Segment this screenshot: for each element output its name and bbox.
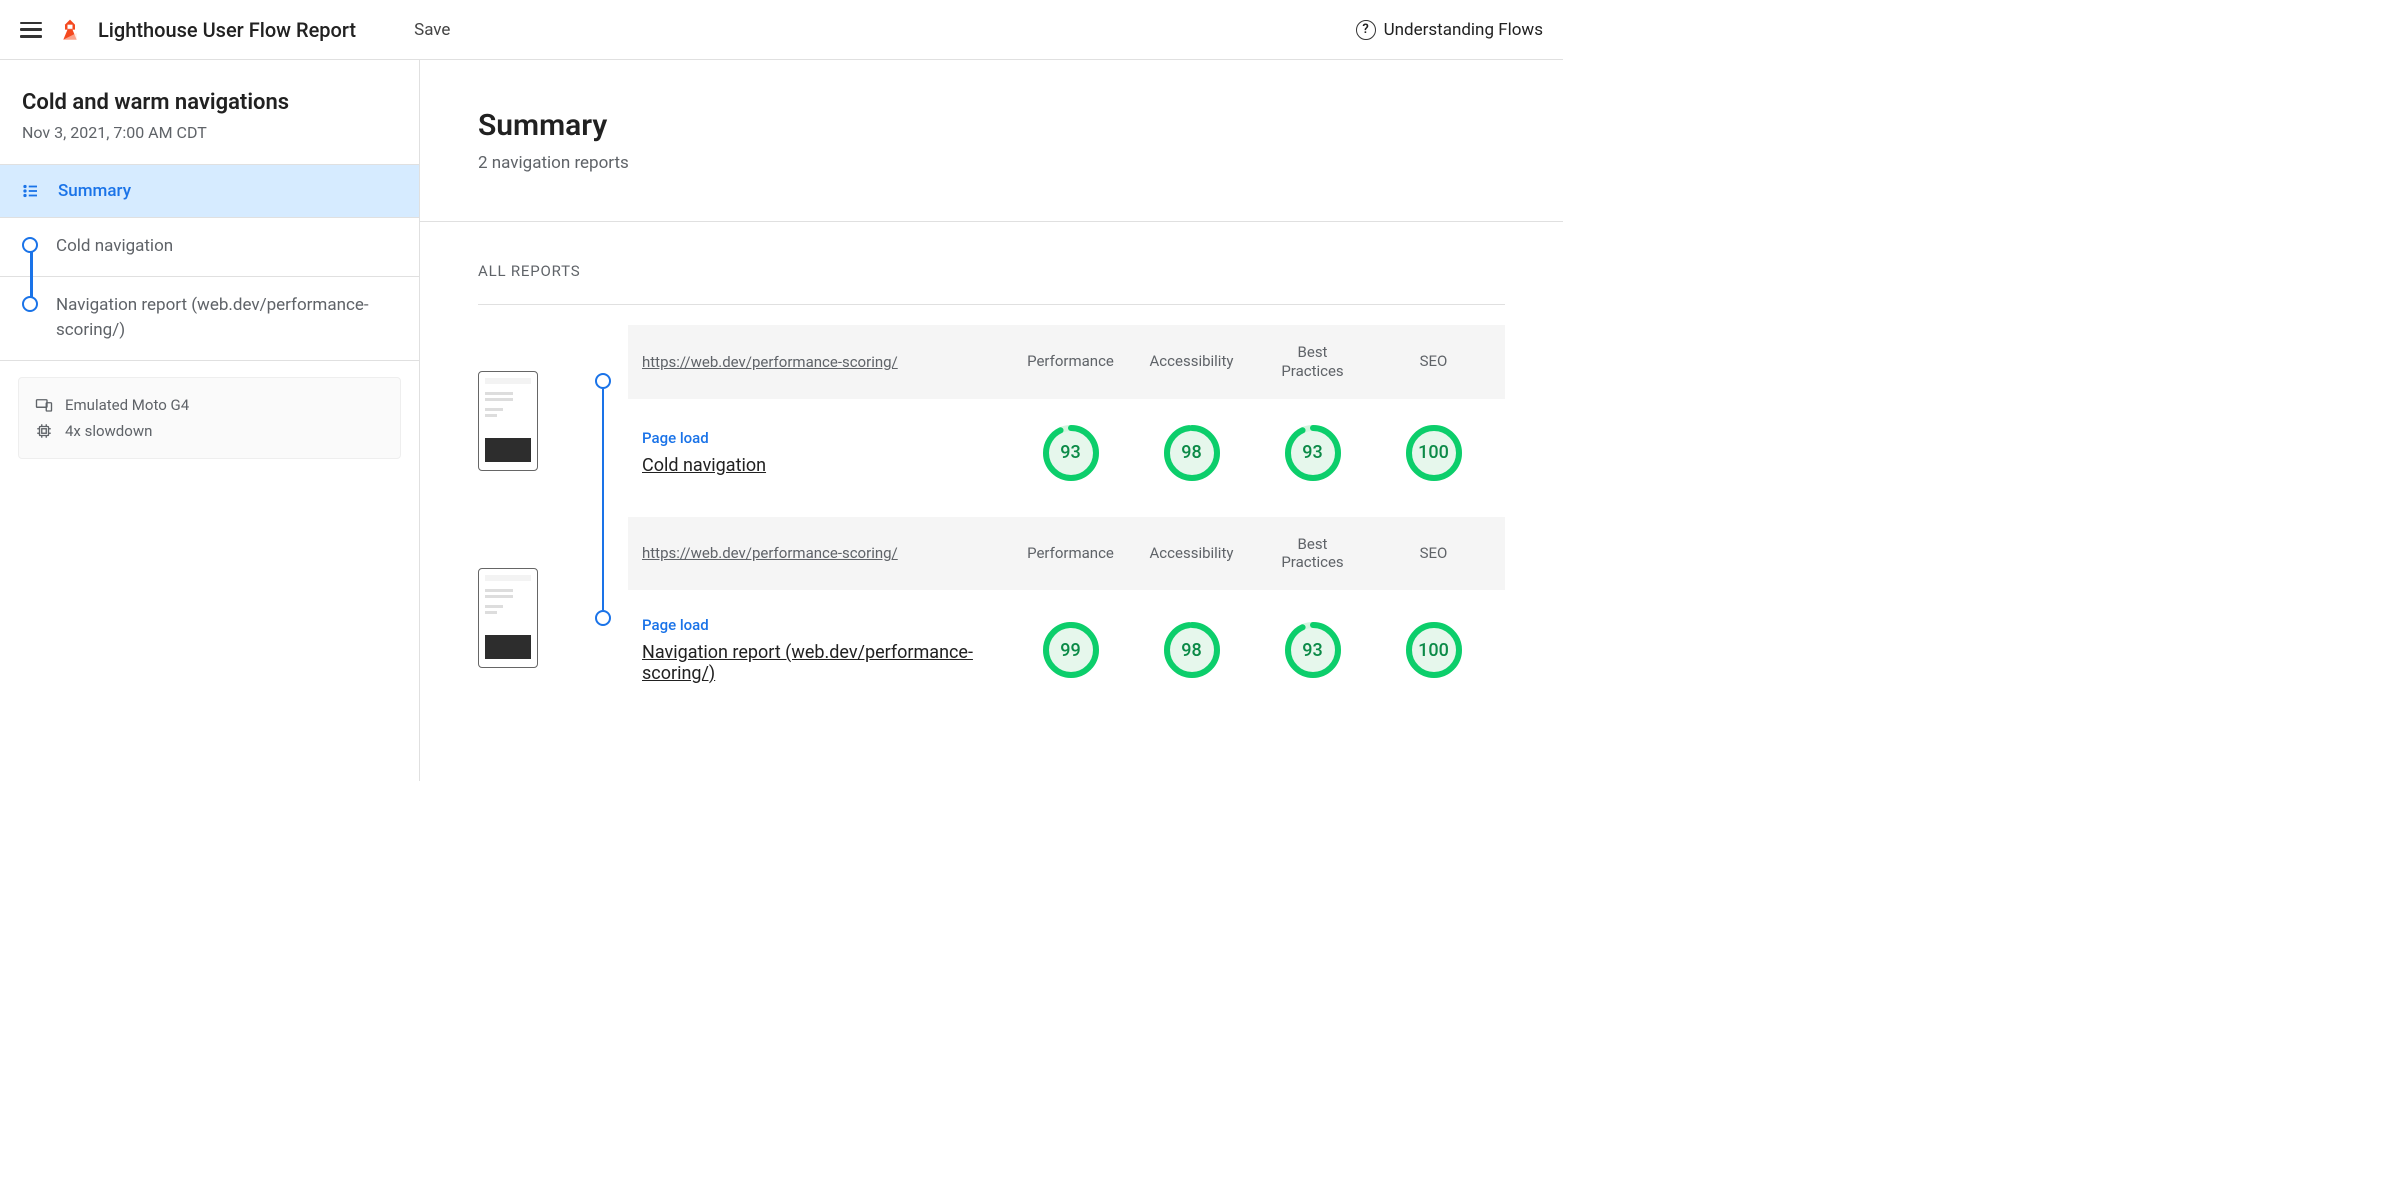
report-step-row: Page load Cold navigation 93 98 93	[628, 399, 1505, 517]
screenshot-thumbnail[interactable]	[478, 371, 538, 471]
sidebar-item-label: Summary	[58, 181, 131, 201]
hamburger-menu-icon[interactable]	[20, 22, 42, 38]
score-gauge[interactable]: 93	[1285, 622, 1341, 678]
step-kind-label: Page load	[642, 616, 1007, 634]
topbar: Lighthouse User Flow Report Save ? Under…	[0, 0, 1563, 60]
throttle-label: 4x slowdown	[65, 422, 152, 440]
cpu-icon	[35, 422, 53, 440]
score-value: 98	[1164, 425, 1220, 481]
flow-title: Cold and warm navigations	[22, 90, 397, 115]
sidebar-step-cold-navigation[interactable]: Cold navigation	[0, 218, 419, 277]
column-header: SEO	[1376, 352, 1491, 371]
app-title: Lighthouse User Flow Report	[98, 18, 356, 42]
step-name-link[interactable]: Navigation report (web.dev/performance-s…	[642, 642, 973, 684]
report-step-row: Page load Navigation report (web.dev/per…	[628, 590, 1505, 720]
score-value: 93	[1285, 622, 1341, 678]
summary-subtitle: 2 navigation reports	[478, 153, 1563, 173]
flow-date: Nov 3, 2021, 7:00 AM CDT	[22, 123, 397, 142]
score-gauge[interactable]: 100	[1406, 622, 1462, 678]
help-link-label: Understanding Flows	[1384, 20, 1543, 40]
report-block: https://web.dev/performance-scoring/ Per…	[478, 325, 1505, 517]
score-gauge[interactable]: 100	[1406, 425, 1462, 481]
main-content: Summary 2 navigation reports ALL REPORTS	[420, 60, 1563, 781]
summary-title: Summary	[478, 108, 1563, 143]
flow-header: Cold and warm navigations Nov 3, 2021, 7…	[0, 60, 419, 165]
summary-list-icon	[22, 182, 40, 200]
sidebar-item-label: Navigation report (web.dev/performance-s…	[56, 293, 397, 344]
score-value: 93	[1043, 425, 1099, 481]
report-block: https://web.dev/performance-scoring/ Per…	[478, 517, 1505, 721]
column-header: BestPractices	[1255, 535, 1370, 573]
step-marker-icon	[22, 237, 38, 253]
all-reports-heading: ALL REPORTS	[478, 262, 1505, 280]
help-link[interactable]: ? Understanding Flows	[1356, 20, 1543, 40]
score-gauge[interactable]: 93	[1043, 425, 1099, 481]
report-url-link[interactable]: https://web.dev/performance-scoring/	[642, 544, 1007, 562]
column-header: Performance	[1013, 352, 1128, 371]
timeline-marker-icon	[595, 373, 611, 389]
report-url-link[interactable]: https://web.dev/performance-scoring/	[642, 353, 1007, 371]
step-name-link[interactable]: Cold navigation	[642, 455, 766, 476]
lighthouse-logo-icon	[60, 18, 80, 42]
step-marker-icon	[22, 296, 38, 312]
url-header-row: https://web.dev/performance-scoring/ Per…	[628, 517, 1505, 591]
score-gauge[interactable]: 98	[1164, 622, 1220, 678]
column-header: Accessibility	[1134, 352, 1249, 371]
sidebar-item-summary[interactable]: Summary	[0, 165, 419, 218]
device-info-box: Emulated Moto G4 4x slowdown	[18, 377, 401, 459]
screenshot-thumbnail[interactable]	[478, 568, 538, 668]
column-header: Accessibility	[1134, 544, 1249, 563]
score-gauge[interactable]: 93	[1285, 425, 1341, 481]
device-icon	[35, 396, 53, 414]
score-value: 100	[1406, 622, 1462, 678]
score-value: 93	[1285, 425, 1341, 481]
save-button[interactable]: Save	[414, 20, 450, 40]
sidebar: Cold and warm navigations Nov 3, 2021, 7…	[0, 60, 420, 781]
column-header: Performance	[1013, 544, 1128, 563]
score-gauge[interactable]: 99	[1043, 622, 1099, 678]
url-header-row: https://web.dev/performance-scoring/ Per…	[628, 325, 1505, 399]
sidebar-step-navigation-report[interactable]: Navigation report (web.dev/performance-s…	[0, 277, 419, 361]
device-label: Emulated Moto G4	[65, 396, 189, 414]
column-header: BestPractices	[1255, 343, 1370, 381]
score-value: 99	[1043, 622, 1099, 678]
column-header: SEO	[1376, 544, 1491, 563]
help-icon: ?	[1356, 20, 1376, 40]
timeline-marker-icon	[595, 610, 611, 626]
score-gauge[interactable]: 98	[1164, 425, 1220, 481]
score-value: 98	[1164, 622, 1220, 678]
score-value: 100	[1406, 425, 1462, 481]
sidebar-item-label: Cold navigation	[56, 234, 173, 260]
step-kind-label: Page load	[642, 429, 1007, 447]
